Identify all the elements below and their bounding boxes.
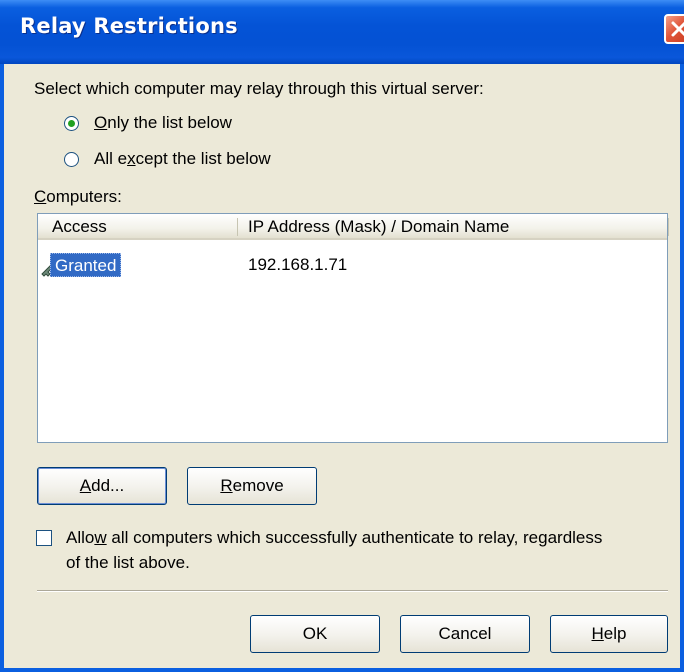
window-title: Relay Restrictions	[20, 14, 238, 38]
remove-button[interactable]: Remove	[187, 467, 317, 505]
close-button[interactable]	[664, 14, 684, 44]
all-except-label[interactable]: All except the list below	[94, 149, 271, 169]
table-row-address-cell[interactable]: 192.168.1.71	[248, 255, 347, 275]
radio-selected-dot	[68, 120, 75, 127]
column-header-access[interactable]: Access	[52, 217, 107, 237]
title-bar[interactable]: Relay Restrictions	[0, 0, 684, 64]
cancel-button[interactable]: Cancel	[400, 615, 530, 653]
table-row-access-cell[interactable]: Granted	[50, 253, 122, 277]
computers-list[interactable]: Access IP Address (Mask) / Domain Name	[37, 213, 669, 443]
only-list-label[interactable]: Only the list below	[94, 113, 232, 133]
column-separator[interactable]	[237, 218, 238, 236]
ok-button[interactable]: OK	[250, 615, 380, 653]
list-header: Access IP Address (Mask) / Domain Name	[38, 214, 669, 240]
divider	[37, 590, 668, 592]
allow-authenticated-label-line2[interactable]: of the list above.	[66, 553, 190, 573]
allow-authenticated-checkbox[interactable]	[36, 530, 52, 546]
computers-label: Computers:	[34, 187, 122, 206]
relay-prompt-label: Select which computer may relay through …	[34, 79, 484, 98]
column-separator[interactable]	[668, 218, 669, 236]
all-except-radio[interactable]	[64, 152, 79, 167]
allow-authenticated-label-line1[interactable]: Allow all computers which successfully a…	[66, 528, 602, 548]
add-button[interactable]: Add...	[37, 467, 167, 505]
only-list-radio[interactable]	[64, 116, 79, 131]
column-header-address[interactable]: IP Address (Mask) / Domain Name	[248, 217, 509, 237]
help-button[interactable]: Help	[550, 615, 668, 653]
close-icon	[671, 21, 684, 37]
